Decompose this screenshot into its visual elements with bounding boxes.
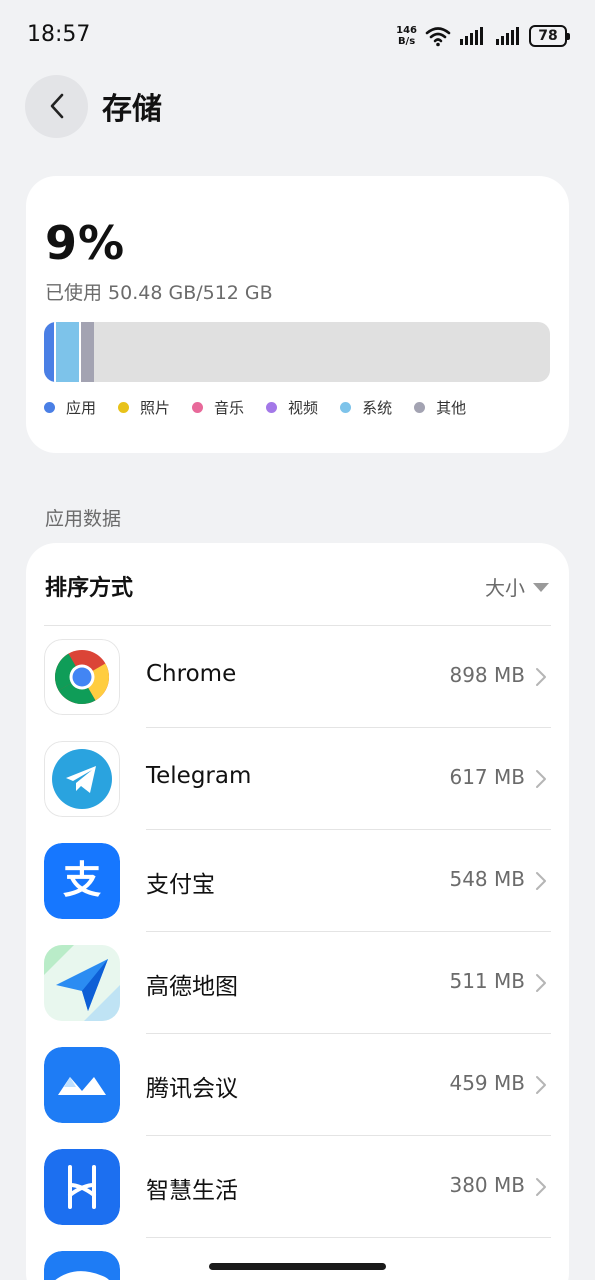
sort-value: 大小: [485, 576, 525, 600]
alipay-icon: 支: [44, 843, 120, 919]
app-name: 智慧生活: [146, 1178, 238, 1204]
chrome-icon: [44, 639, 120, 715]
legend-item: 视频: [266, 397, 318, 418]
app-data-list: 排序方式 大小 Chrome 898 MB Telegram 617 MB 支 支付宝 54…: [26, 543, 569, 1280]
sort-dropdown[interactable]: 大小: [485, 572, 549, 601]
svg-text:支: 支: [63, 858, 101, 902]
usage-segment-0: [44, 322, 54, 382]
app-row[interactable]: 智慧生活 380 MB: [26, 1136, 569, 1238]
app-size: 380 MB: [449, 1173, 525, 1197]
sort-row[interactable]: 排序方式 大小: [26, 543, 569, 625]
chevron-right-icon: [535, 871, 547, 895]
status-bar: 18:57 146 B/s 78: [0, 0, 595, 70]
chevron-right-icon: [535, 1075, 547, 1099]
legend-dot: [192, 402, 204, 413]
legend-item: 音乐: [192, 397, 244, 418]
chevron-right-icon: [535, 973, 547, 997]
section-label-app-data: 应用数据: [45, 508, 122, 530]
storage-usage-bar: [44, 322, 550, 382]
chevron-right-icon: [535, 769, 547, 793]
app-name: Telegram: [146, 763, 252, 789]
telegram-icon: [44, 741, 120, 817]
chevron-right-icon: [535, 1177, 547, 1201]
legend-label: 视频: [288, 399, 319, 417]
app-name: 支付宝: [146, 872, 215, 898]
legend-label: 其他: [436, 399, 467, 417]
legend-item: 照片: [118, 397, 170, 418]
battery-icon: 78: [529, 25, 570, 47]
legend-item: 系统: [340, 397, 392, 418]
caret-down-icon: [533, 583, 549, 592]
app-row[interactable]: Chrome 898 MB: [26, 626, 569, 728]
ai-life-icon: [44, 1149, 120, 1225]
storage-usage-card: 9% 已使用 50.48 GB/512 GB 应用 照片 音乐 视频 系统 其他: [26, 176, 569, 453]
back-button[interactable]: [25, 74, 88, 138]
status-time: 18:57: [27, 22, 91, 47]
chevron-right-icon: [535, 667, 547, 691]
signal-icon-2: [496, 27, 519, 45]
storage-legend: 应用 照片 音乐 视频 系统 其他: [44, 397, 488, 418]
usage-segment-1: [54, 322, 79, 382]
wifi-icon: [425, 27, 451, 47]
amap-icon: [44, 945, 120, 1021]
tencent-meeting-icon: [44, 1047, 120, 1123]
chevron-left-icon: [50, 93, 63, 119]
app-row[interactable]: 携程旅行: [26, 1238, 569, 1280]
app-size: 511 MB: [449, 969, 525, 993]
legend-item: 其他: [414, 397, 466, 418]
ctrip-icon: [44, 1251, 120, 1280]
legend-dot: [44, 402, 55, 413]
usage-segment-2: [79, 322, 94, 382]
legend-dot: [414, 402, 426, 413]
app-row[interactable]: 支 支付宝 548 MB: [26, 830, 569, 932]
legend-label: 照片: [140, 399, 171, 417]
status-icons: 146 B/s 78: [396, 22, 570, 50]
legend-label: 音乐: [214, 399, 245, 417]
usage-percent: 9%: [45, 216, 126, 270]
app-size: 898 MB: [449, 663, 525, 687]
network-speed: 146 B/s: [396, 25, 417, 47]
app-name: Chrome: [146, 661, 237, 687]
signal-icon-1: [460, 27, 483, 45]
app-size: 548 MB: [449, 867, 525, 891]
app-name: 腾讯会议: [146, 1076, 238, 1102]
page-title: 存储: [102, 92, 162, 127]
legend-dot: [266, 402, 278, 413]
app-size: 617 MB: [449, 765, 525, 789]
app-row[interactable]: 腾讯会议 459 MB: [26, 1034, 569, 1136]
app-name: 携程旅行: [146, 1273, 238, 1280]
app-name: 高德地图: [146, 974, 238, 1000]
app-size: 459 MB: [449, 1071, 525, 1095]
legend-label: 应用: [66, 399, 97, 417]
usage-text: 已使用 50.48 GB/512 GB: [45, 282, 273, 304]
app-row[interactable]: Telegram 617 MB: [26, 728, 569, 830]
legend-label: 系统: [362, 399, 393, 417]
sort-label: 排序方式: [45, 576, 134, 601]
legend-dot: [118, 402, 130, 413]
app-row[interactable]: 高德地图 511 MB: [26, 932, 569, 1034]
legend-item: 应用: [44, 397, 96, 418]
home-indicator[interactable]: [209, 1263, 386, 1270]
header: 存储: [25, 74, 162, 138]
legend-dot: [340, 402, 352, 413]
